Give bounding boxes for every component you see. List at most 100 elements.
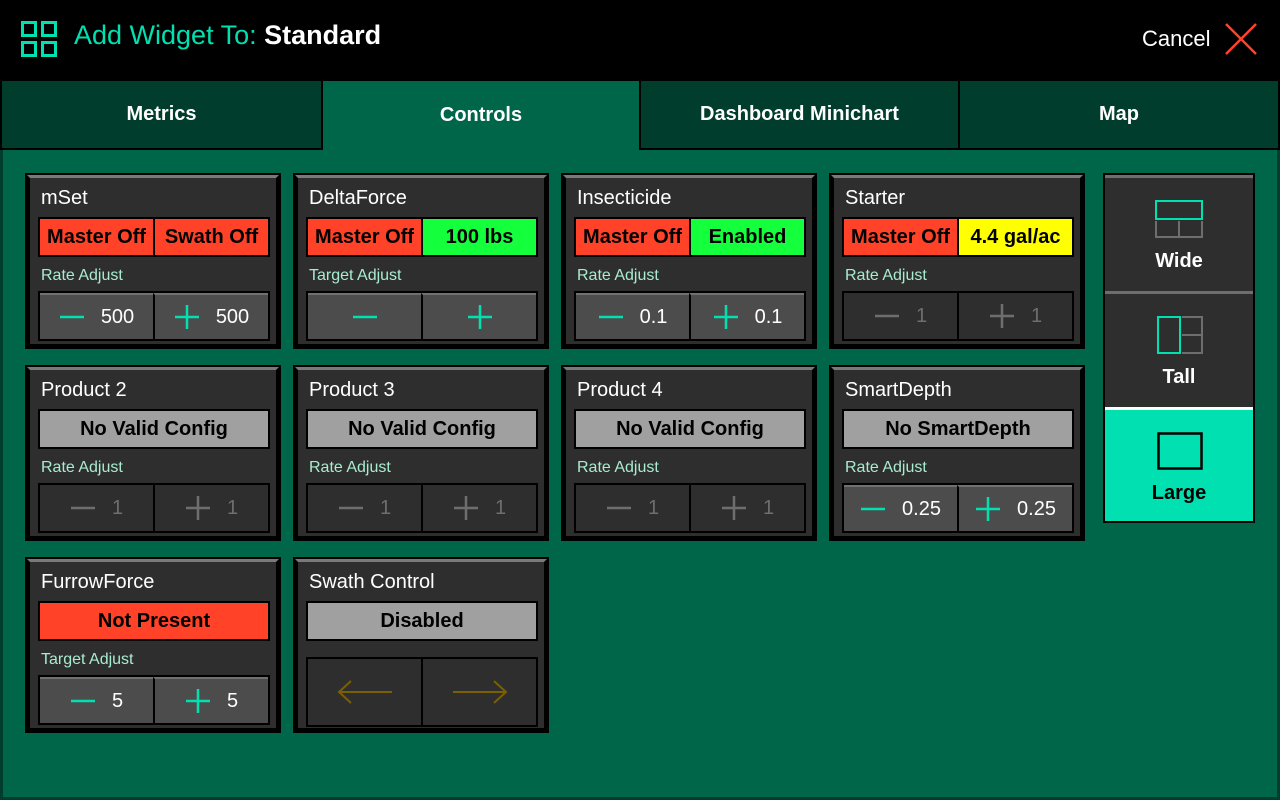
decrease-step: 0.1 xyxy=(639,305,668,328)
status-row: Master Off Swath Off xyxy=(38,217,270,257)
tab-label: Controls xyxy=(439,104,523,126)
plus-icon xyxy=(185,689,210,713)
decrease-step: 1 xyxy=(379,496,392,519)
widget-title: SmartDepth xyxy=(845,379,952,401)
increase-step: 5 xyxy=(226,689,239,712)
status-badge: No Valid Config xyxy=(576,411,804,447)
decrease-button[interactable]: 1 xyxy=(308,485,421,531)
increase-button[interactable]: 0.1 xyxy=(689,293,804,339)
size-large-button[interactable]: Large xyxy=(1105,407,1253,521)
decrease-button[interactable] xyxy=(308,293,421,339)
status-badge: Master Off xyxy=(40,219,153,255)
increase-button[interactable]: 1 xyxy=(153,485,268,531)
title-target: Standard xyxy=(264,20,382,50)
increase-button[interactable]: 500 xyxy=(153,293,268,339)
status-badge: 100 lbs xyxy=(421,219,536,255)
widget-title: Swath Control xyxy=(309,571,435,593)
size-wide-button[interactable]: Wide xyxy=(1105,175,1253,291)
status-badge: 4.4 gal/ac xyxy=(957,219,1072,255)
widget-title: Product 3 xyxy=(309,379,395,401)
adjust-row: 11 xyxy=(38,483,270,533)
tab-label: Metrics xyxy=(126,103,197,125)
widget-title: FurrowForce xyxy=(41,571,155,593)
increase-button[interactable]: 0.25 xyxy=(957,485,1072,531)
decrease-button[interactable]: 0.1 xyxy=(576,293,689,339)
minus-icon xyxy=(338,506,363,510)
swath-right-button[interactable] xyxy=(421,659,536,725)
decrease-button[interactable]: 1 xyxy=(844,293,957,339)
status-badge: Enabled xyxy=(689,219,804,255)
increase-button[interactable]: 5 xyxy=(153,677,268,723)
adjust-label: Rate Adjust xyxy=(309,459,391,476)
increase-button[interactable] xyxy=(421,293,536,339)
adjust-label: Rate Adjust xyxy=(41,459,123,476)
widget-title: Starter xyxy=(845,187,906,209)
increase-button[interactable]: 1 xyxy=(421,485,536,531)
widget-title: Insecticide xyxy=(577,187,672,209)
increase-step: 1 xyxy=(762,496,775,519)
size-tall-button[interactable]: Tall xyxy=(1105,291,1253,407)
adjust-row: 0.25 0.25 xyxy=(842,483,1074,533)
increase-step: 1 xyxy=(1030,304,1043,327)
plus-icon xyxy=(174,305,199,329)
tab-dashboard-minichart[interactable]: Dashboard Minichart xyxy=(639,78,960,150)
adjust-row: 11 xyxy=(306,483,538,533)
minus-icon xyxy=(70,506,95,510)
status-badge: Master Off xyxy=(308,219,421,255)
increase-button[interactable]: 1 xyxy=(957,293,1072,339)
minus-icon xyxy=(598,315,623,319)
adjust-row: 0.1 0.1 xyxy=(574,291,806,341)
decrease-step: 5 xyxy=(111,689,124,712)
status-badge: No Valid Config xyxy=(308,411,536,447)
status-row: No Valid Config xyxy=(38,409,270,449)
close-x-icon xyxy=(1225,23,1257,55)
status-badge: Master Off xyxy=(576,219,689,255)
increase-step: 1 xyxy=(494,496,507,519)
cancel-button[interactable]: Cancel xyxy=(1140,16,1270,62)
widget-title: Product 2 xyxy=(41,379,127,401)
decrease-button[interactable]: 500 xyxy=(40,293,153,339)
widget-starter[interactable]: Starter Master Off 4.4 gal/ac Rate Adjust 1 1 xyxy=(829,173,1085,349)
size-label: Large xyxy=(1151,482,1207,504)
adjust-row: 55 xyxy=(38,675,270,725)
plus-icon xyxy=(976,497,1001,521)
widget-mset[interactable]: mSet Master Off Swath Off Rate Adjust 500 500 xyxy=(25,173,281,349)
minus-icon xyxy=(874,314,899,318)
widget-deltaforce[interactable]: DeltaForce Master Off 100 lbs Target Adjust xyxy=(293,173,549,349)
tab-map[interactable]: Map xyxy=(958,78,1280,150)
increase-step: 0.1 xyxy=(754,305,783,328)
adjust-row: 11 xyxy=(574,483,806,533)
decrease-button[interactable]: 5 xyxy=(40,677,153,723)
decrease-button[interactable]: 1 xyxy=(576,485,689,531)
decrease-step: 1 xyxy=(647,496,660,519)
status-row: Master Off 100 lbs xyxy=(306,217,538,257)
widget-product-2[interactable]: Product 2 No Valid Config Rate Adjust 1 1 xyxy=(25,365,281,541)
decrease-button[interactable]: 1 xyxy=(40,485,153,531)
decrease-button[interactable]: 0.25 xyxy=(844,485,957,531)
widget-smartdepth[interactable]: SmartDepth No SmartDepth Rate Adjust 0.25 0.… xyxy=(829,365,1085,541)
tab-label: Map xyxy=(1099,103,1139,125)
status-row: No SmartDepth xyxy=(842,409,1074,449)
widget-swath-control[interactable]: Swath Control Disabled xyxy=(293,557,549,733)
minus-icon xyxy=(606,506,631,510)
adjust-row: 500 500 xyxy=(38,291,270,341)
widget-product-3[interactable]: Product 3 No Valid Config Rate Adjust 1 1 xyxy=(293,365,549,541)
tall-layout-icon xyxy=(1157,316,1203,354)
status-row: No Valid Config xyxy=(574,409,806,449)
adjust-label: Target Adjust xyxy=(309,267,402,284)
status-row: No Valid Config xyxy=(306,409,538,449)
title-prefix: Add Widget To: xyxy=(74,20,265,50)
large-layout-icon xyxy=(1157,432,1203,470)
widget-furrowforce[interactable]: FurrowForce Not Present Target Adjust 5 5 xyxy=(25,557,281,733)
decrease-step: 1 xyxy=(915,304,928,327)
minus-icon xyxy=(352,315,377,319)
widget-insecticide[interactable]: Insecticide Master Off Enabled Rate Adjust 0… xyxy=(561,173,817,349)
increase-button[interactable]: 1 xyxy=(689,485,804,531)
plus-icon xyxy=(453,496,478,520)
tab-controls[interactable]: Controls xyxy=(321,78,641,150)
tab-metrics[interactable]: Metrics xyxy=(0,78,323,150)
swath-left-button[interactable] xyxy=(308,659,421,725)
adjust-row xyxy=(306,291,538,341)
widget-product-4[interactable]: Product 4 No Valid Config Rate Adjust 1 1 xyxy=(561,365,817,541)
adjust-label: Target Adjust xyxy=(41,651,134,668)
